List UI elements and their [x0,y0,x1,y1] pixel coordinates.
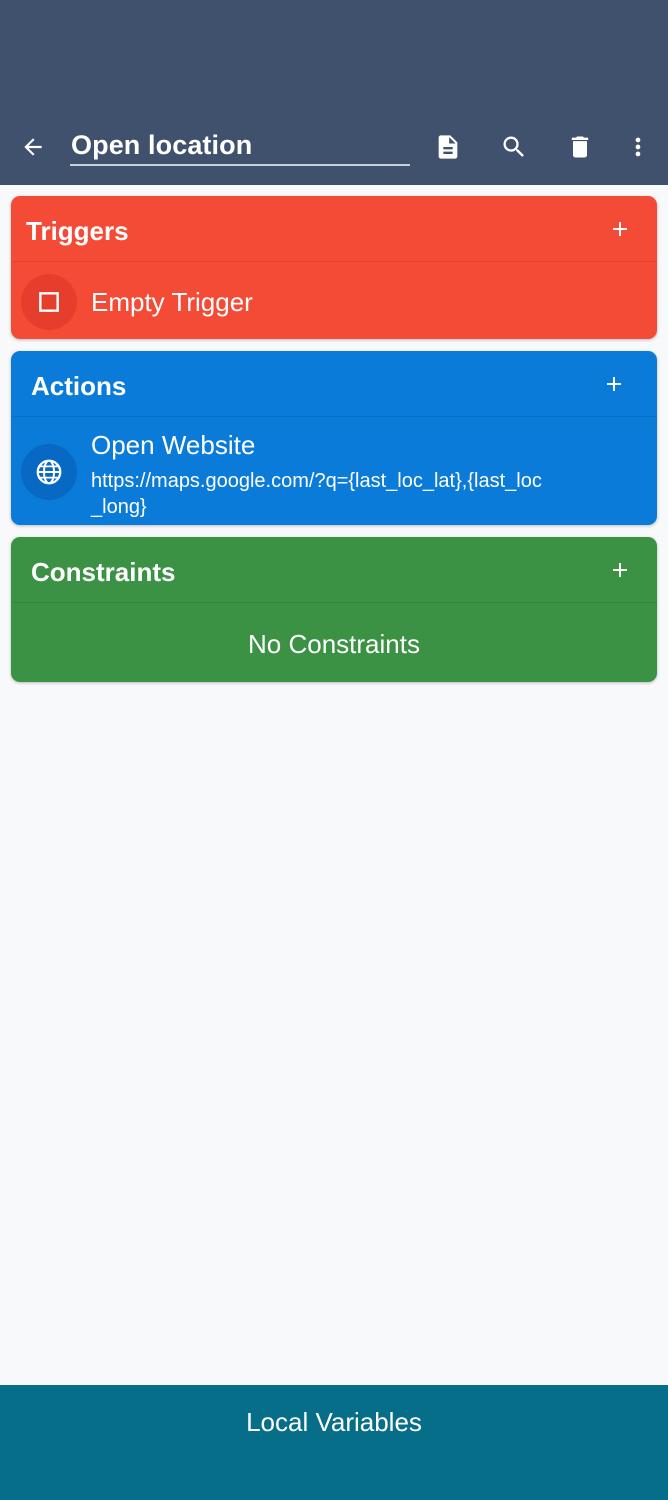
action-icon-circle [21,444,77,500]
add-action-button[interactable] [599,369,629,399]
local-variables-button[interactable]: Local Variables [0,1385,668,1500]
delete-button[interactable] [561,128,599,166]
overflow-menu-button[interactable] [619,128,657,166]
search-icon [503,136,524,157]
back-button[interactable] [16,130,50,164]
trigger-icon-circle [21,274,77,330]
search-button[interactable] [495,128,533,166]
add-constraint-button[interactable] [605,555,635,585]
action-item-url-line1: https://maps.google.com/?q={last_loc_lat… [91,470,542,492]
no-constraints-text: No Constraints [248,629,420,659]
trigger-item-title: Empty Trigger [91,287,253,317]
trash-icon [571,136,589,158]
action-item[interactable]: Open Website https://maps.google.com/?q=… [11,418,657,525]
document-icon [438,135,458,159]
add-trigger-button[interactable] [605,214,635,244]
actions-card: Actions Open Website https://maps.google… [11,351,657,525]
actions-header: Actions [11,351,657,417]
checkbox-outline-icon [39,292,59,312]
triggers-card: Triggers Empty Trigger [11,196,657,339]
more-vert-icon [635,137,641,157]
back-arrow-icon [24,138,42,156]
constraints-title: Constraints [31,557,176,587]
trigger-item[interactable]: Empty Trigger [11,263,657,339]
app-bar: Open location [0,0,668,185]
description-button[interactable] [429,128,467,166]
plus-icon [613,563,627,577]
actions-title: Actions [31,371,127,401]
local-variables-label: Local Variables [246,1407,422,1437]
globe-icon [36,459,62,485]
action-item-url-line2: _long} [91,496,147,518]
constraints-card: Constraints No Constraints [11,537,657,682]
triggers-title: Triggers [26,216,129,246]
triggers-header: Triggers [11,196,657,262]
plus-icon [613,222,627,236]
plus-icon [607,377,621,391]
action-item-title: Open Website [91,430,256,460]
constraints-header: Constraints [11,537,657,603]
macro-name-text: Open location [71,130,253,160]
macro-name-field[interactable]: Open location [70,124,410,166]
